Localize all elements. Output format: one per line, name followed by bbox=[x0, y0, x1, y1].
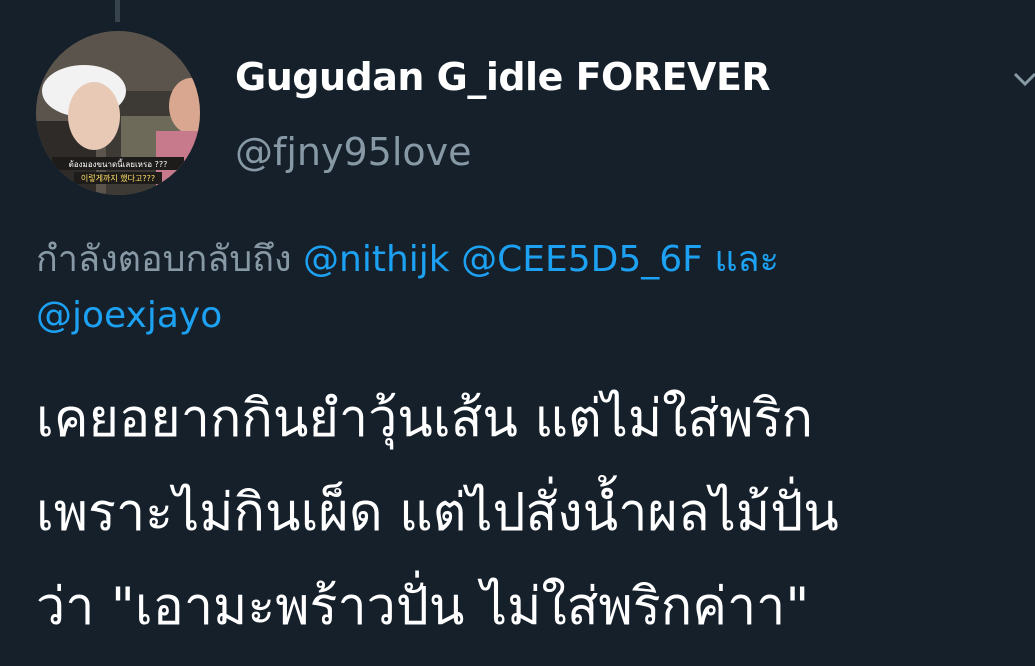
tweet-line: เพราะไม่กินเผ็ด แต่ไปสั่งน้ำผลไม้ปั่น bbox=[36, 483, 839, 543]
mention-link[interactable]: @nithijk bbox=[303, 239, 450, 280]
svg-text:ต้องมองขนาดนี้เลยเหรอ ???: ต้องมองขนาดนี้เลยเหรอ ??? bbox=[69, 158, 168, 169]
reply-prefix: กำลังตอบกลับถึง bbox=[36, 239, 292, 280]
svg-text:이렇게까지 했다고???: 이렇게까지 했다고??? bbox=[81, 173, 155, 183]
tweet-line: ว่า "เอามะพร้าวปั่น ไม่ใส่พริกค่าา" bbox=[36, 577, 810, 637]
mention-link[interactable]: @joexjayo bbox=[36, 295, 222, 336]
avatar-photo: ต้องมองขนาดนี้เลยเหรอ ??? 이렇게까지 했다고??? bbox=[36, 31, 200, 195]
avatar[interactable]: ต้องมองขนาดนี้เลยเหรอ ??? 이렇게까지 했다고??? bbox=[36, 31, 200, 195]
display-name[interactable]: Gugudan G_idle FOREVER bbox=[235, 55, 771, 99]
reply-conjunction: และ bbox=[714, 239, 779, 280]
reply-context: กำลังตอบกลับถึง @nithijk @CEE5D5_6F และ … bbox=[36, 232, 996, 344]
user-handle[interactable]: @fjny95love bbox=[235, 130, 472, 174]
chevron-down-icon[interactable] bbox=[1010, 64, 1035, 94]
tweet-body: เคยอยากกินยำวุ้นเส้น แต่ไม่ใส่พริก เพราะ… bbox=[36, 372, 1031, 654]
thread-connector-line bbox=[115, 0, 120, 22]
tweet-line: เคยอยากกินยำวุ้นเส้น แต่ไม่ใส่พริก bbox=[36, 389, 813, 449]
mention-link[interactable]: @CEE5D5_6F bbox=[461, 239, 703, 280]
